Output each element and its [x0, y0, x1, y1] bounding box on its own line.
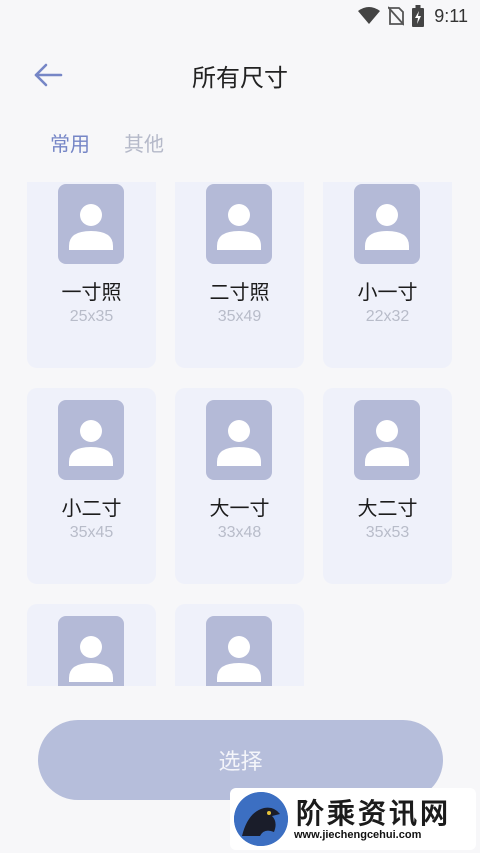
person-silhouette-icon [206, 400, 272, 480]
battery-charging-icon [412, 5, 425, 27]
person-silhouette-icon [58, 616, 124, 686]
header: 所有尺寸 [0, 48, 480, 102]
size-card-dimensions: 35x45 [69, 524, 114, 541]
person-silhouette-icon [354, 400, 420, 480]
tab-other[interactable]: 其他 [124, 128, 164, 157]
size-card-name: 二寸照 [209, 280, 270, 304]
size-card[interactable]: 二寸照 35x49 [175, 182, 304, 368]
size-card-name: 小一寸 [357, 280, 418, 304]
size-card-name: 一寸照 [61, 280, 122, 304]
size-grid: 一寸照 25x35 二寸照 35x49 小一寸 22x32 小二寸 35x45 大一寸 33x48… [27, 182, 452, 686]
size-grid-viewport[interactable]: 一寸照 25x35 二寸照 35x49 小一寸 22x32 小二寸 35x45 大一寸 33x48… [0, 182, 480, 686]
wifi-icon [358, 7, 381, 24]
page-title: 所有尺寸 [192, 64, 288, 92]
status-time: 9:11 [434, 5, 468, 26]
size-card[interactable] [175, 604, 304, 686]
size-card-dimensions: 22x32 [365, 308, 410, 325]
tab-bar: 常用 其他 [50, 128, 164, 157]
size-card-name: 大一寸 [209, 496, 270, 520]
person-silhouette-icon [354, 184, 420, 264]
size-card[interactable]: 大一寸 33x48 [175, 388, 304, 584]
watermark-title: 阶乘资讯网 [296, 797, 452, 830]
size-card[interactable] [27, 604, 156, 686]
size-card-dimensions: 33x48 [217, 524, 262, 541]
no-sim-icon [388, 6, 405, 26]
size-card[interactable]: 一寸照 25x35 [27, 182, 156, 368]
size-card-name: 大二寸 [357, 496, 418, 520]
tab-common[interactable]: 常用 [50, 128, 90, 157]
person-silhouette-icon [58, 400, 124, 480]
watermark-logo [234, 792, 288, 846]
size-card-dimensions: 25x35 [69, 308, 114, 325]
person-silhouette-icon [206, 184, 272, 264]
size-card[interactable]: 小二寸 35x45 [27, 388, 156, 584]
watermark-url: www.jiechengcehui.com [294, 829, 422, 841]
size-card-dimensions: 35x53 [365, 524, 410, 541]
person-silhouette-icon [206, 616, 272, 686]
watermark: 阶乘资讯网 www.jiechengcehui.com [230, 788, 476, 850]
size-card-dimensions: 35x49 [217, 308, 262, 325]
size-card[interactable]: 大二寸 35x53 [323, 388, 452, 584]
size-card[interactable]: 小一寸 22x32 [323, 182, 452, 368]
person-silhouette-icon [58, 184, 124, 264]
status-bar: 9:11 [0, 0, 480, 32]
size-card-name: 小二寸 [61, 496, 122, 520]
